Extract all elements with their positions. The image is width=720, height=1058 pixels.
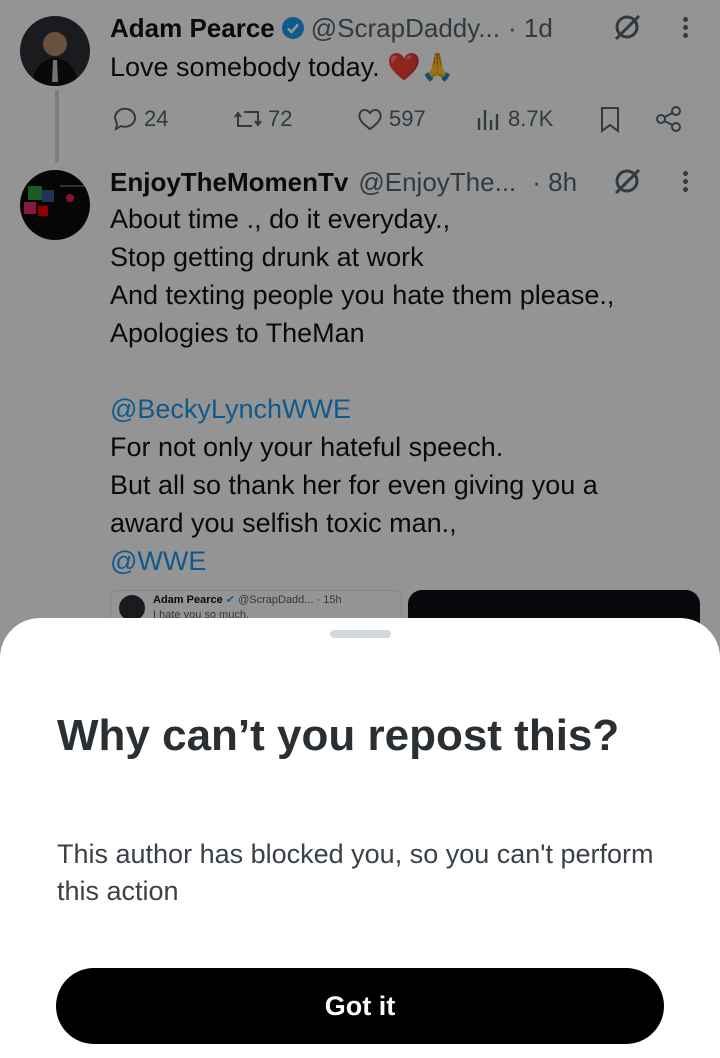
drag-handle[interactable] <box>330 630 391 638</box>
sheet-message: This author has blocked you, so you can'… <box>57 839 654 906</box>
got-it-button[interactable]: Got it <box>56 968 664 1044</box>
sheet-title: Why can’t you repost this? <box>57 711 620 760</box>
bottom-sheet: Why can’t you repost this? This author h… <box>0 618 720 1058</box>
